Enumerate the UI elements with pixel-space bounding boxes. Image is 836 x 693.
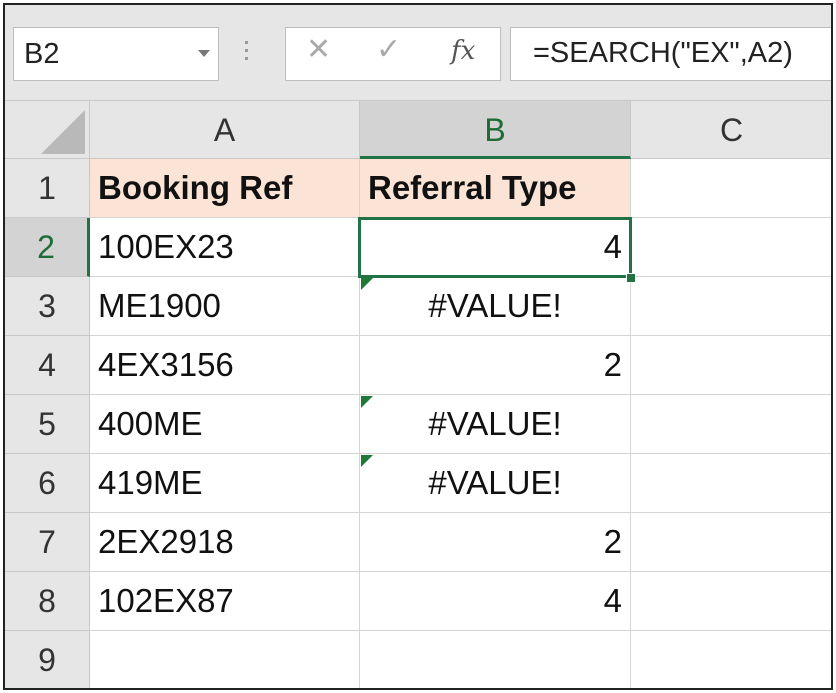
- fill-handle[interactable]: [626, 273, 636, 283]
- formula-buttons: ✕ ✓ fx: [285, 27, 501, 81]
- cell-a4[interactable]: 4EX3156: [90, 336, 360, 395]
- error-flag-icon[interactable]: [361, 278, 373, 290]
- cell-a9[interactable]: [90, 631, 360, 688]
- row-header-8[interactable]: 8: [5, 572, 90, 631]
- column-header-b[interactable]: B: [360, 101, 631, 159]
- cell-a5[interactable]: 400ME: [90, 395, 360, 454]
- formula-input[interactable]: =SEARCH("EX",A2): [510, 27, 831, 81]
- row-header-5[interactable]: 5: [5, 395, 90, 454]
- enter-icon[interactable]: ✓: [376, 32, 401, 67]
- cell-c6[interactable]: [631, 454, 831, 513]
- cancel-icon[interactable]: ✕: [306, 32, 331, 67]
- insert-function-icon[interactable]: fx: [451, 36, 475, 66]
- row-header-6[interactable]: 6: [5, 454, 90, 513]
- row-header-4[interactable]: 4: [5, 336, 90, 395]
- cell-b9[interactable]: [360, 631, 631, 688]
- drag-handle-icon[interactable]: [245, 41, 249, 69]
- cell-a3[interactable]: ME1900: [90, 277, 360, 336]
- cell-a1[interactable]: Booking Ref: [90, 159, 360, 218]
- row-header-1[interactable]: 1: [5, 159, 90, 218]
- cell-c2[interactable]: [631, 218, 831, 277]
- cell-b5[interactable]: #VALUE!: [360, 395, 631, 454]
- cell-a6[interactable]: 419ME: [90, 454, 360, 513]
- row-header-7[interactable]: 7: [5, 513, 90, 572]
- row-header-3[interactable]: 3: [5, 277, 90, 336]
- chevron-down-icon[interactable]: [198, 50, 210, 57]
- cell-c3[interactable]: [631, 277, 831, 336]
- row-header-2[interactable]: 2: [5, 218, 90, 277]
- error-flag-icon[interactable]: [361, 455, 373, 467]
- row-header-9[interactable]: 9: [5, 631, 90, 688]
- cell-c8[interactable]: [631, 572, 831, 631]
- select-all-button[interactable]: [5, 101, 90, 159]
- cell-b4[interactable]: 2: [360, 336, 631, 395]
- cell-c4[interactable]: [631, 336, 831, 395]
- cell-b6[interactable]: #VALUE!: [360, 454, 631, 513]
- cell-c5[interactable]: [631, 395, 831, 454]
- formula-bar-area: B2 ✕ ✓ fx =SEARCH("EX",A2): [5, 5, 831, 101]
- cell-b2[interactable]: 4: [360, 218, 631, 277]
- cell-a2[interactable]: 100EX23: [90, 218, 360, 277]
- cell-b1[interactable]: Referral Type: [360, 159, 631, 218]
- cell-c9[interactable]: [631, 631, 831, 688]
- cell-b3[interactable]: #VALUE!: [360, 277, 631, 336]
- cell-c7[interactable]: [631, 513, 831, 572]
- name-box[interactable]: B2: [13, 27, 219, 81]
- cell-b7[interactable]: 2: [360, 513, 631, 572]
- cell-a7[interactable]: 2EX2918: [90, 513, 360, 572]
- cell-b8[interactable]: 4: [360, 572, 631, 631]
- excel-window: B2 ✕ ✓ fx =SEARCH("EX",A2) A B C 1 2 3 4…: [3, 3, 833, 690]
- error-flag-icon[interactable]: [361, 396, 373, 408]
- column-header-c[interactable]: C: [631, 101, 831, 159]
- cell-c1[interactable]: [631, 159, 831, 218]
- column-header-a[interactable]: A: [90, 101, 360, 159]
- formula-value: =SEARCH("EX",A2): [533, 37, 793, 69]
- name-box-value: B2: [24, 38, 60, 70]
- cell-a8[interactable]: 102EX87: [90, 572, 360, 631]
